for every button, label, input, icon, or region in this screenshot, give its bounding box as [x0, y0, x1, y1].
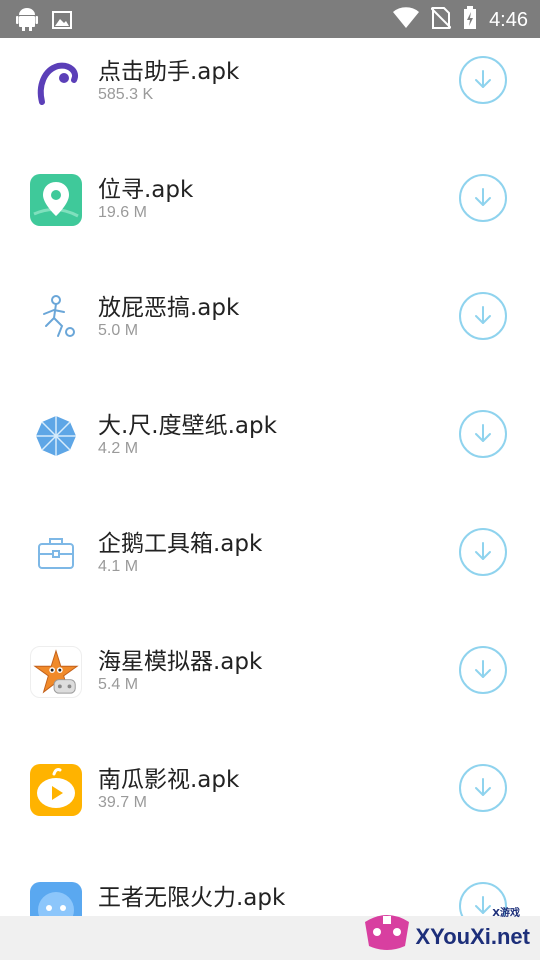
download-icon [475, 70, 491, 88]
download-icon [475, 660, 491, 678]
download-icon [475, 542, 491, 560]
download-button[interactable] [459, 528, 507, 576]
app-name: 位寻.apk [98, 177, 194, 203]
umbrella-icon [30, 410, 82, 462]
app-size: 39.7 M [98, 794, 147, 811]
app-name: 南瓜影视.apk [98, 767, 240, 793]
click-helper-icon [30, 56, 82, 108]
list-item[interactable]: 点击助手.apk 585.3 K [0, 38, 540, 156]
app-name: 放屁恶搞.apk [98, 295, 240, 321]
download-button[interactable] [459, 56, 507, 104]
wifi-icon [393, 7, 420, 33]
app-size: 4.1 M [98, 558, 139, 575]
app-name: 点击助手.apk [98, 59, 240, 85]
play-icon [30, 764, 82, 816]
apk-list[interactable]: 点击助手.apk 585.3 K 位寻.apk 19.6 M 放屁恶搞.apk … [0, 38, 540, 916]
prank-figure-icon [30, 292, 82, 344]
app-size: 5.4 M [98, 676, 139, 693]
android-icon [16, 8, 38, 36]
status-bar: 4:46 [0, 0, 540, 38]
status-time: 4:46 [489, 9, 528, 31]
watermark-small-text: X游戏 [492, 908, 520, 919]
watermark: X游戏 XYouXi.net [357, 898, 532, 956]
app-name: 王者无限火力.apk [98, 885, 286, 911]
download-button[interactable] [459, 764, 507, 812]
battery-charging-icon [463, 6, 477, 34]
app-size: 4.2 M [98, 440, 139, 457]
download-icon [475, 778, 491, 796]
starfish-icon [30, 646, 82, 698]
app-size: 585.3 K [98, 86, 154, 103]
download-icon [475, 306, 491, 324]
app-size: 5.0 M [98, 322, 139, 339]
list-item[interactable]: 海星模拟器.apk 5.4 M [0, 628, 540, 746]
download-button[interactable] [459, 174, 507, 222]
watermark-text: XYouXi.net [415, 924, 531, 949]
list-item[interactable]: 大.尺.度壁纸.apk 4.2 M [0, 392, 540, 510]
no-sim-icon [430, 6, 452, 34]
app-size: 19.6 M [98, 204, 147, 221]
list-item[interactable]: 位寻.apk 19.6 M [0, 156, 540, 274]
list-item[interactable]: 企鹅工具箱.apk 4.1 M [0, 510, 540, 628]
location-pin-icon [30, 174, 82, 226]
list-item[interactable]: 放屁恶搞.apk 5.0 M [0, 274, 540, 392]
list-item[interactable]: 南瓜影视.apk 39.7 M [0, 746, 540, 864]
download-button[interactable] [459, 410, 507, 458]
toolbox-icon [30, 528, 82, 580]
download-button[interactable] [459, 292, 507, 340]
download-button[interactable] [459, 646, 507, 694]
game-face-icon [30, 882, 82, 916]
download-icon [475, 424, 491, 442]
app-name: 企鹅工具箱.apk [98, 531, 263, 557]
download-icon [475, 188, 491, 206]
gamepad-logo-icon [365, 915, 409, 950]
app-name: 大.尺.度壁纸.apk [98, 413, 277, 439]
app-name: 海星模拟器.apk [98, 649, 263, 675]
image-icon [52, 11, 72, 33]
